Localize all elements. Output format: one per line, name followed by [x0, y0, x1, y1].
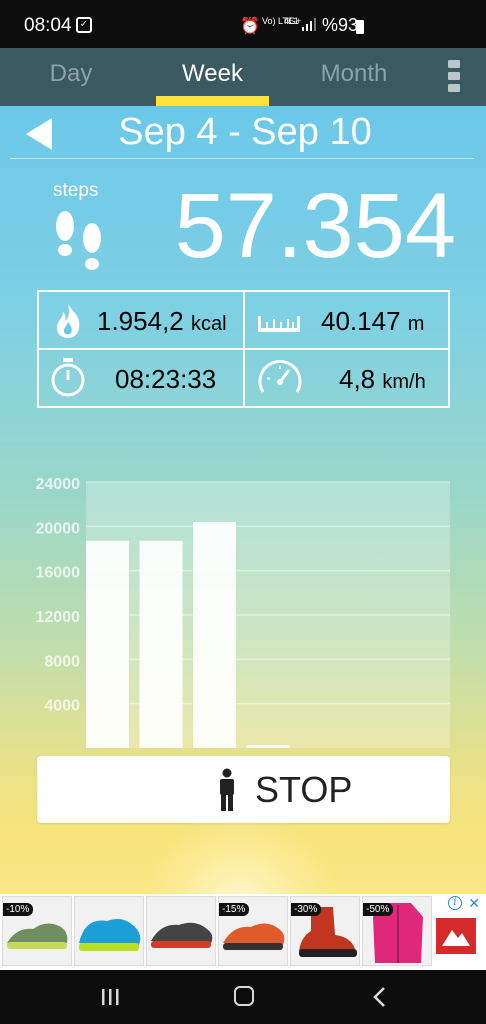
ad-product-shoe-1[interactable]: -10% [2, 896, 72, 966]
ad-product-shoe-3[interactable] [146, 896, 216, 966]
previous-week-arrow-icon[interactable] [24, 118, 54, 150]
y-tick-label: 20000 [36, 520, 81, 537]
ad-product-jacket[interactable]: -50% [362, 896, 432, 966]
steps-label: steps [53, 180, 99, 201]
status-bar: 08:04 ✓ ⏰ Vo) LTE1 4G+ %93 [0, 0, 486, 48]
y-tick-label: 24000 [36, 476, 81, 493]
battery-text: %93 [322, 15, 359, 35]
stop-button[interactable]: STOP [37, 756, 450, 823]
weekly-steps-chart: 40008000120001600020000240009/45678910 [0, 418, 486, 748]
discount-badge: -30% [291, 903, 322, 916]
back-icon[interactable] [372, 986, 386, 1008]
stopwatch-icon [51, 358, 85, 397]
overflow-menu-icon[interactable] [448, 60, 464, 96]
system-nav-bar [0, 970, 486, 1024]
calories-value: 1.954,2 [97, 306, 184, 336]
y-tick-label: 12000 [36, 609, 81, 626]
battery-icon [356, 20, 364, 34]
person-icon [220, 768, 234, 811]
y-tick-label: 16000 [36, 565, 81, 582]
distance-unit: m [407, 313, 425, 335]
chart-bar [139, 540, 183, 748]
speed-unit: km/h [382, 371, 426, 393]
tab-day[interactable]: Day [0, 48, 142, 106]
discount-badge: -15% [219, 903, 250, 916]
signal-icon [302, 18, 316, 31]
discount-badge: -50% [363, 903, 394, 916]
app-screen: Day Week Month Sep 4 - Sep 10 steps 57.3… [0, 48, 486, 942]
chart-bar [246, 745, 290, 748]
distance-stat: 40.147 m [321, 306, 424, 337]
y-tick-label: 8000 [44, 653, 80, 670]
date-range: Sep 4 - Sep 10 [118, 111, 372, 153]
ruler-icon [258, 316, 300, 332]
tab-month[interactable]: Month [284, 48, 424, 106]
chart-bar [193, 521, 236, 748]
notification-icon: ✓ [76, 17, 92, 33]
ad-brand-logo [436, 918, 476, 954]
speedometer-icon [258, 360, 302, 393]
flame-icon [56, 304, 80, 338]
divider [10, 158, 474, 159]
chart-svg: 40008000120001600020000240009/45678910 [36, 476, 450, 748]
ad-banner[interactable]: -10% -15% -30% -50% i ✕ [0, 894, 486, 970]
speed-value: 4,8 [339, 364, 376, 394]
shoe-image [79, 919, 141, 951]
shoe-image [151, 922, 213, 948]
y-tick-label: 4000 [44, 698, 80, 715]
discount-badge: -10% [3, 903, 34, 916]
ad-info-icon[interactable]: i [448, 896, 462, 910]
ad-product-boot[interactable]: -30% [290, 896, 360, 966]
calories-unit: kcal [190, 313, 227, 335]
alarm-icon: ⏰ [240, 18, 260, 35]
steps-count: 57.354 [174, 175, 456, 277]
duration-value: 08:23:33 [115, 364, 217, 394]
ad-product-shoe-4[interactable]: -15% [218, 896, 288, 966]
footprints-icon [56, 211, 101, 270]
network-type: 4G+ [284, 16, 302, 26]
status-time: 08:04 [24, 15, 72, 36]
period-tabs: Day Week Month [0, 48, 486, 106]
ad-product-shoe-2[interactable] [74, 896, 144, 966]
stop-button-label: STOP [255, 769, 353, 810]
speed-stat: 4,8 km/h [339, 364, 426, 395]
stats-grid: 1.954,2 kcal 40.147 m 08:23:33 4,8 km/h [37, 290, 450, 408]
home-icon[interactable] [234, 986, 254, 1006]
calories-stat: 1.954,2 kcal [97, 306, 227, 337]
distance-value: 40.147 [321, 306, 401, 336]
ad-close-icon[interactable]: ✕ [468, 895, 480, 912]
recent-apps-icon[interactable] [100, 988, 120, 1006]
chart-bar [86, 540, 129, 748]
active-tab-indicator [156, 96, 269, 106]
